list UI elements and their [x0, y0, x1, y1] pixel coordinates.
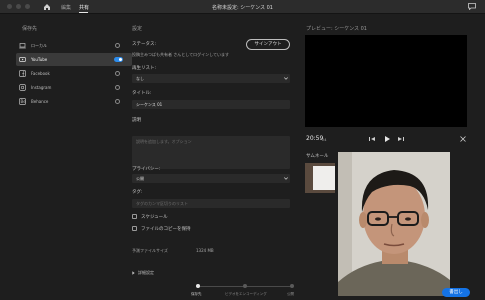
window-title: 名称未設定: シーケンス 01: [212, 5, 273, 11]
filesize-label: 予測ファイルサイズ: [132, 248, 168, 253]
step-label-destination: 保存先: [191, 292, 202, 296]
instagram-icon: [19, 84, 26, 91]
thumbnail-image[interactable]: [305, 163, 335, 193]
chat-icon[interactable]: [468, 3, 476, 10]
schedule-label: スケジュール: [141, 215, 168, 220]
frame-rate: 24: [322, 138, 327, 142]
tags-label: タグ:: [132, 190, 143, 195]
status-label: ステータス:: [132, 42, 157, 47]
preview-viewer: [305, 35, 467, 127]
playlist-label: 再生リスト:: [132, 66, 157, 71]
keep-copy-label: ファイルのコピーを保持: [141, 227, 191, 232]
active-tab-indicator: [79, 12, 88, 13]
step-label-encoding: ビデオをエンコーディング: [225, 292, 267, 296]
filesize-value: 1324 MB: [196, 248, 214, 253]
login-status-text: 投稿主みつばも共有者 さんとしてログインしています: [132, 52, 230, 57]
step-dot-encoding: [243, 284, 247, 288]
behance-radio[interactable]: [115, 99, 120, 104]
sidebar-item-label: YouTube: [31, 57, 48, 62]
thumbnail-label: サムネール: [306, 154, 329, 159]
laptop-icon: [19, 43, 26, 49]
facebook-radio[interactable]: [115, 71, 120, 76]
playlist-select[interactable]: なし: [132, 74, 290, 83]
sidebar-item-facebook[interactable]: Facebook: [16, 67, 132, 80]
settings-heading: 設定: [132, 26, 143, 32]
facebook-icon: [19, 70, 26, 77]
description-textarea[interactable]: 説明を追加します。オプション: [132, 136, 290, 169]
destination-sidebar: 保存先 ローカル YouTube Facebook Instagram Be B…: [12, 14, 132, 300]
sidebar-item-instagram[interactable]: Instagram: [16, 81, 132, 94]
step-dot-publish: [290, 284, 294, 288]
sidebar-item-label: Facebook: [31, 71, 50, 76]
webcam-person-image: [338, 152, 450, 296]
collapse-icon[interactable]: [460, 136, 466, 142]
sidebar-item-youtube[interactable]: YouTube: [16, 53, 132, 66]
tags-input[interactable]: タグのカンマ区切りのリスト: [132, 199, 290, 208]
sidebar-heading: 保存先: [22, 26, 38, 32]
behance-icon: Be: [19, 98, 26, 105]
playlist-value: なし: [136, 76, 144, 81]
privacy-select[interactable]: 公開: [132, 174, 290, 183]
schedule-checkbox[interactable]: [132, 214, 137, 219]
sidebar-item-label: Instagram: [31, 85, 52, 90]
description-placeholder: 説明を追加します。オプション: [136, 139, 192, 144]
chevron-down-icon: [284, 77, 288, 80]
sidebar-item-behance[interactable]: Be Behance: [16, 95, 132, 108]
privacy-value: 公開: [136, 176, 144, 181]
step-forward-icon[interactable]: [397, 135, 405, 143]
chevron-down-icon: [284, 177, 288, 180]
description-label: 説明: [132, 118, 141, 123]
privacy-label: プライバシー:: [132, 167, 161, 172]
svg-text:Be: Be: [21, 99, 27, 104]
sidebar-item-label: Behance: [31, 99, 49, 104]
title-label: タイトル:: [132, 91, 152, 96]
step-dot-destination: [196, 284, 200, 288]
youtube-icon: [19, 57, 26, 62]
step-label-publish: 公開: [287, 292, 294, 296]
play-icon[interactable]: [383, 135, 391, 143]
settings-panel: 設定 ステータス: サインアウト 投稿主みつばも共有者 さんとしてログインしてい…: [132, 14, 292, 300]
step-back-icon[interactable]: [368, 135, 376, 143]
caret-right-icon[interactable]: [132, 271, 135, 275]
preview-label: プレビュー: シーケンス 01: [306, 26, 367, 32]
instagram-radio[interactable]: [115, 85, 120, 90]
webcam-overlay: [338, 152, 450, 296]
sidebar-item-label: ローカル: [31, 43, 47, 48]
title-bar: 編集 共有 名称未設定: シーケンス 01: [0, 0, 485, 14]
title-value: シーケンス 01: [136, 102, 163, 107]
export-button[interactable]: 書出し: [442, 288, 470, 297]
advanced-settings-toggle[interactable]: 詳細設定: [138, 270, 154, 276]
tags-placeholder: タグのカンマ区切りのリスト: [136, 201, 188, 206]
timecode: 20:59: [306, 135, 324, 142]
local-radio[interactable]: [115, 43, 120, 48]
sidebar-item-local[interactable]: ローカル: [16, 39, 132, 52]
sign-out-button[interactable]: サインアウト: [246, 39, 290, 50]
youtube-toggle[interactable]: [114, 57, 123, 62]
title-input[interactable]: シーケンス 01: [132, 100, 290, 109]
keep-copy-checkbox[interactable]: [132, 226, 137, 231]
